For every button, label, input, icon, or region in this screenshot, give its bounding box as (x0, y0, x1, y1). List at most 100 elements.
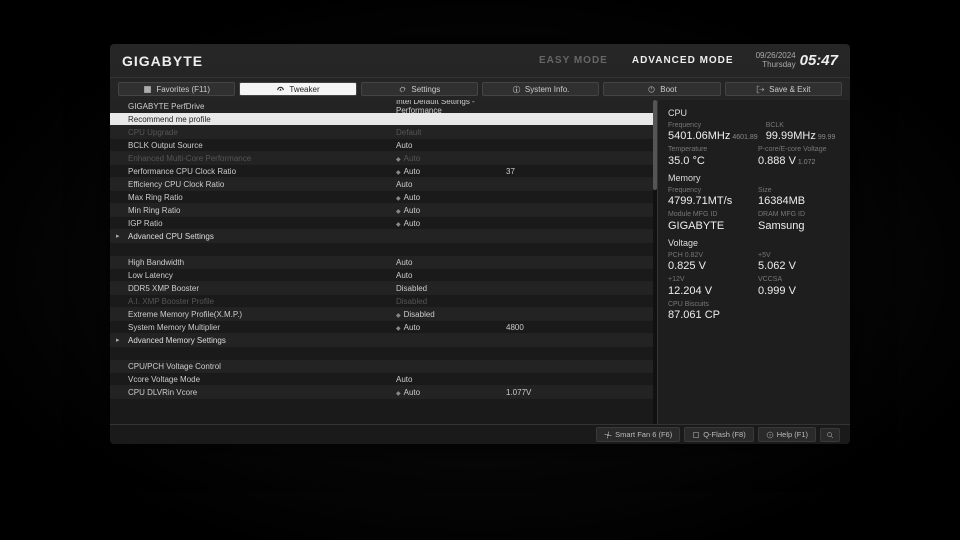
datetime: 09/26/2024 Thursday (756, 52, 796, 70)
settings-row[interactable]: DDR5 XMP BoosterDisabled (110, 282, 653, 295)
advanced-mode-tab[interactable]: ADVANCED MODE (620, 55, 746, 66)
tab-label: Settings (411, 85, 440, 94)
settings-row[interactable]: BCLK Output SourceAuto (110, 139, 653, 152)
row-value: ◆Auto (396, 167, 506, 176)
mem-freq-label: Frequency (668, 187, 750, 195)
plus-icon (143, 85, 152, 94)
row-value: Auto (396, 141, 506, 150)
settings-row[interactable]: CPU/PCH Voltage Control (110, 360, 653, 373)
button-label: Q-Flash (F8) (703, 430, 746, 439)
row-label: GIGABYTE PerfDrive (128, 102, 396, 111)
settings-section-header[interactable]: ▸Advanced Memory Settings (110, 334, 653, 347)
row-value: ◆Auto (396, 323, 506, 332)
row-value: Auto (396, 180, 506, 189)
settings-row[interactable]: Performance CPU Clock Ratio◆Auto37 (110, 165, 653, 178)
tab-label: System Info. (525, 85, 569, 94)
row-label: Efficiency CPU Clock Ratio (128, 180, 396, 189)
settings-row[interactable]: A.I. XMP Booster ProfileDisabled (110, 295, 653, 308)
tab-save-exit[interactable]: Save & Exit (725, 82, 842, 96)
search-button[interactable] (820, 428, 840, 442)
settings-row[interactable]: Min Ring Ratio◆Auto (110, 204, 653, 217)
scrollbar-thumb[interactable] (653, 100, 657, 190)
row-extra: 37 (506, 167, 653, 176)
core-volt-label: P-core/E-core Voltage (758, 146, 840, 154)
power-icon (647, 85, 656, 94)
memory-section-title: Memory (668, 173, 840, 183)
temp-label: Temperature (668, 146, 750, 154)
footer: Smart Fan 6 (F6) Q-Flash (F8) ? Help (F1… (110, 424, 850, 444)
settings-row (110, 347, 653, 360)
bullet-icon: ◆ (396, 313, 401, 319)
row-label: A.I. XMP Booster Profile (128, 297, 396, 306)
bullet-icon: ◆ (396, 391, 401, 397)
settings-row[interactable]: Low LatencyAuto (110, 269, 653, 282)
settings-row[interactable]: CPU DLVRin Vcore◆Auto1.077V (110, 386, 653, 399)
voltage-section-title: Voltage (668, 238, 840, 248)
settings-row (110, 243, 653, 256)
settings-row[interactable]: Efficiency CPU Clock RatioAuto (110, 178, 653, 191)
row-value: Default (396, 128, 506, 137)
row-label: CPU DLVRin Vcore (128, 388, 396, 397)
main-tabs: Favorites (F11) Tweaker Settings System … (110, 78, 850, 100)
core-volt-value: 0.888 V (758, 155, 796, 167)
settings-row[interactable]: Extreme Memory Profile(X.M.P.)◆Disabled (110, 308, 653, 321)
settings-row[interactable]: CPU UpgradeDefault (110, 126, 653, 139)
row-value: ◆Disabled (396, 310, 506, 319)
tab-settings[interactable]: Settings (361, 82, 478, 96)
bclk-label: BCLK (766, 122, 840, 130)
settings-row[interactable]: Recommend me profile (110, 113, 653, 126)
tab-label: Favorites (F11) (156, 85, 210, 94)
gear-icon (398, 85, 407, 94)
scrollbar[interactable] (653, 100, 657, 424)
smart-fan-button[interactable]: Smart Fan 6 (F6) (596, 427, 680, 442)
settings-row[interactable]: Max Ring Ratio◆Auto (110, 191, 653, 204)
clock: 05:47 (800, 52, 838, 69)
row-value: Auto (396, 375, 506, 384)
tab-tweaker[interactable]: Tweaker (239, 82, 356, 96)
row-label: ▸Advanced CPU Settings (128, 232, 396, 241)
caret-icon: ▸ (116, 232, 120, 240)
settings-list: GIGABYTE PerfDriveIntel Default Settings… (110, 100, 653, 424)
qflash-button[interactable]: Q-Flash (F8) (684, 427, 754, 442)
fan-icon (604, 431, 612, 439)
search-icon (826, 431, 834, 439)
bullet-icon: ◆ (396, 326, 401, 332)
row-label: Low Latency (128, 271, 396, 280)
settings-row[interactable]: System Memory Multiplier◆Auto4800 (110, 321, 653, 334)
row-label: CPU/PCH Voltage Control (128, 362, 396, 371)
row-label: DDR5 XMP Booster (128, 284, 396, 293)
tab-sysinfo[interactable]: System Info. (482, 82, 599, 96)
module-mfg-value: GIGABYTE (668, 220, 750, 232)
row-label: Vcore Voltage Mode (128, 375, 396, 384)
tab-favorites[interactable]: Favorites (F11) (118, 82, 235, 96)
row-label: Extreme Memory Profile(X.M.P.) (128, 310, 396, 319)
button-label: Help (F1) (777, 430, 808, 439)
settings-row[interactable]: IGP Ratio◆Auto (110, 217, 653, 230)
help-button[interactable]: ? Help (F1) (758, 427, 816, 442)
biscuits-value: 87.061 CP (668, 309, 840, 321)
bullet-icon: ◆ (396, 209, 401, 215)
tab-label: Tweaker (289, 85, 319, 94)
button-label: Smart Fan 6 (F6) (615, 430, 672, 439)
settings-section-header[interactable]: ▸Advanced CPU Settings (110, 230, 653, 243)
row-label: IGP Ratio (128, 219, 396, 228)
tab-boot[interactable]: Boot (603, 82, 720, 96)
row-value: ◆Auto (396, 193, 506, 202)
settings-row[interactable]: High BandwidthAuto (110, 256, 653, 269)
row-label: High Bandwidth (128, 258, 396, 267)
bullet-icon: ◆ (396, 196, 401, 202)
row-label: CPU Upgrade (128, 128, 396, 137)
row-extra: 1.077V (506, 388, 653, 397)
row-value: Auto (396, 271, 506, 280)
easy-mode-tab[interactable]: EASY MODE (527, 55, 620, 66)
settings-row[interactable]: Enhanced Multi-Core Performance◆Auto (110, 152, 653, 165)
vccsa-label: VCCSA (758, 276, 840, 284)
cpu-section-title: CPU (668, 108, 840, 118)
settings-row[interactable]: Vcore Voltage ModeAuto (110, 373, 653, 386)
brand-logo: GIGABYTE (122, 53, 203, 69)
bclk-value: 99.99MHz (766, 130, 816, 142)
settings-row[interactable]: GIGABYTE PerfDriveIntel Default Settings… (110, 100, 653, 113)
help-icon: ? (766, 431, 774, 439)
row-value: Intel Default Settings - Performance (396, 100, 506, 115)
mem-freq-value: 4799.71MT/s (668, 195, 750, 207)
